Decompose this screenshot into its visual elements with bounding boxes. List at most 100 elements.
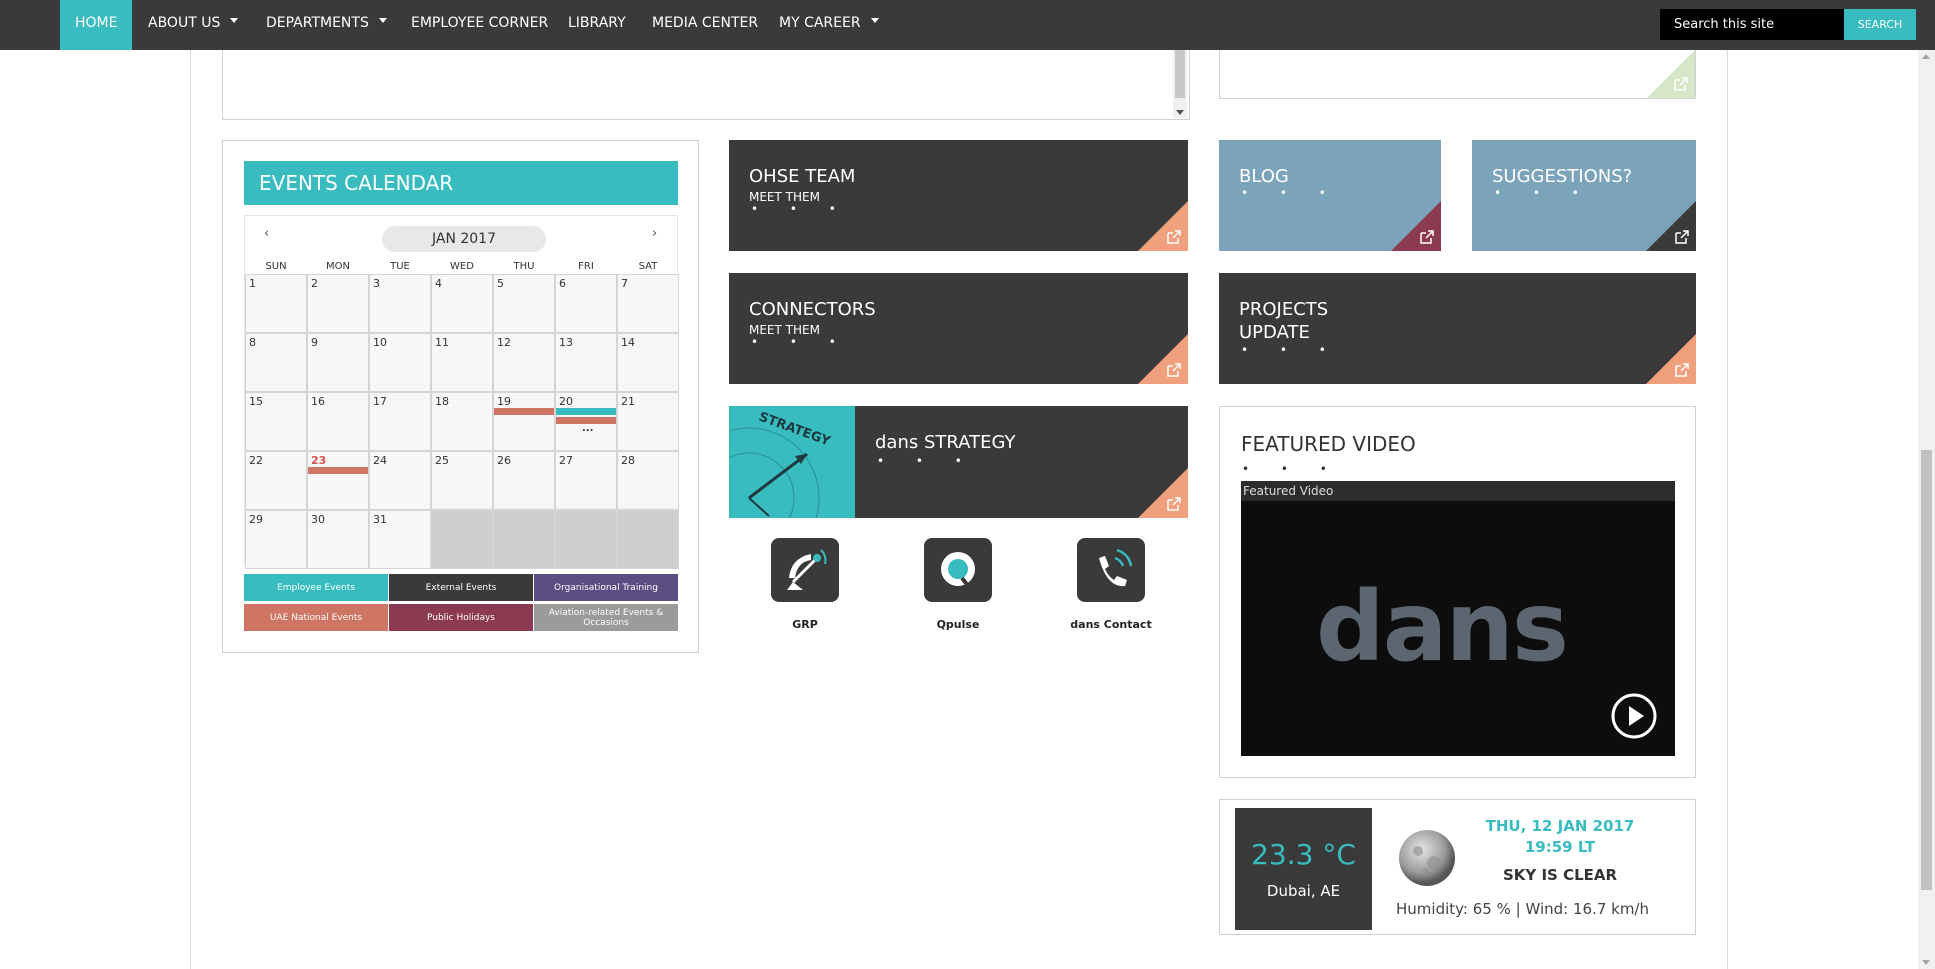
- calendar-day[interactable]: 10: [369, 333, 431, 392]
- calendar-day[interactable]: 8: [245, 333, 307, 392]
- nav-library[interactable]: LIBRARY: [553, 0, 641, 50]
- day-number: 1: [249, 277, 256, 290]
- nav-about-us[interactable]: ABOUT US: [133, 0, 253, 50]
- page-scrollbar-thumb[interactable]: [1921, 450, 1932, 890]
- calendar-day[interactable]: 17: [369, 392, 431, 451]
- calendar-day[interactable]: 15: [245, 392, 307, 451]
- projects-dots: • • •: [1241, 343, 1340, 357]
- qpulse-app-label[interactable]: Qpulse: [898, 618, 1018, 631]
- page-scrollbar[interactable]: [1918, 50, 1935, 969]
- grp-app-label[interactable]: GRP: [745, 618, 865, 631]
- day-number: 3: [373, 277, 380, 290]
- strategy-tile[interactable]: STRATEGY dans STRATEGY • • •: [729, 406, 1188, 518]
- calendar-day[interactable]: 21: [617, 392, 679, 451]
- calendar-next-button[interactable]: ›: [652, 226, 657, 241]
- calendar-day[interactable]: 9: [307, 333, 369, 392]
- search-input[interactable]: [1660, 9, 1844, 40]
- calendar-day[interactable]: 24: [369, 451, 431, 510]
- calendar-day[interactable]: 20...: [555, 392, 617, 451]
- event-bar[interactable]: [308, 467, 368, 474]
- weekday-thu: THU: [513, 261, 535, 272]
- events-calendar-title: EVENTS CALENDAR: [244, 161, 678, 205]
- day-number: 28: [621, 454, 635, 467]
- event-bar[interactable]: [556, 408, 616, 415]
- calendar-day[interactable]: 3: [369, 274, 431, 333]
- nav-my-career-label: MY CAREER: [779, 15, 861, 31]
- qpulse-app-button[interactable]: [924, 538, 992, 602]
- calendar-day[interactable]: 5: [493, 274, 555, 333]
- inner-scrollbar-thumb[interactable]: [1175, 50, 1185, 98]
- day-number: 9: [311, 336, 318, 349]
- external-link-icon[interactable]: [1419, 229, 1435, 245]
- connectors-dots: • • •: [751, 335, 850, 349]
- calendar-day[interactable]: 19: [493, 392, 555, 451]
- calendar-day[interactable]: 31: [369, 510, 431, 569]
- nav-home[interactable]: HOME: [60, 0, 133, 50]
- legend-organisational-training[interactable]: Organisational Training: [534, 574, 678, 601]
- external-link-icon[interactable]: [1674, 362, 1690, 378]
- calendar-day[interactable]: 22: [245, 451, 307, 510]
- calendar-day[interactable]: 27: [555, 451, 617, 510]
- grp-app-button[interactable]: [771, 538, 839, 602]
- calendar-day[interactable]: 11: [431, 333, 493, 392]
- legend-employee-events[interactable]: Employee Events: [244, 574, 388, 601]
- weather-widget: 23.3 °C Dubai, AE THU, 12 JAN 2017 19:59…: [1219, 799, 1696, 935]
- external-link-icon[interactable]: [1674, 229, 1690, 245]
- nav-departments[interactable]: DEPARTMENTS: [251, 0, 402, 50]
- calendar-month-label[interactable]: JAN 2017: [382, 226, 546, 252]
- ohse-team-tile[interactable]: OHSE TEAM MEET THEM • • •: [729, 140, 1188, 251]
- legend-public-holidays[interactable]: Public Holidays: [389, 604, 533, 631]
- legend-aviation-events[interactable]: Aviation-related Events & Occasions: [534, 604, 678, 631]
- inner-scrollbar[interactable]: [1173, 50, 1187, 118]
- external-link-icon[interactable]: [1166, 362, 1182, 378]
- top-tile-box[interactable]: [1219, 50, 1696, 99]
- featured-video-title: FEATURED VIDEO: [1241, 432, 1416, 456]
- suggestions-tile[interactable]: SUGGESTIONS? • • •: [1472, 140, 1696, 251]
- more-events-link[interactable]: ...: [582, 423, 593, 434]
- calendar-day-today[interactable]: 23: [307, 451, 369, 510]
- dans-contact-app-button[interactable]: [1077, 538, 1145, 602]
- blog-title: BLOG: [1239, 166, 1289, 187]
- calendar-day[interactable]: 16: [307, 392, 369, 451]
- calendar-day[interactable]: 12: [493, 333, 555, 392]
- projects-update-tile[interactable]: PROJECTS UPDATE • • •: [1219, 273, 1696, 384]
- day-number: 19: [497, 395, 511, 408]
- calendar-day[interactable]: 26: [493, 451, 555, 510]
- blog-tile[interactable]: BLOG • • •: [1219, 140, 1441, 251]
- play-icon[interactable]: [1611, 693, 1657, 739]
- calendar-day[interactable]: 13: [555, 333, 617, 392]
- nav-employee-corner[interactable]: EMPLOYEE CORNER: [396, 0, 563, 50]
- calendar-day[interactable]: 25: [431, 451, 493, 510]
- legend-external-events[interactable]: External Events: [389, 574, 533, 601]
- day-number: 29: [249, 513, 263, 526]
- calendar-day[interactable]: 14: [617, 333, 679, 392]
- calendar-day[interactable]: 28: [617, 451, 679, 510]
- event-bar[interactable]: [494, 408, 554, 415]
- external-link-icon[interactable]: [1166, 229, 1182, 245]
- legend-uae-national-events[interactable]: UAE National Events: [244, 604, 388, 631]
- external-link-icon[interactable]: [1166, 496, 1182, 512]
- external-link-icon[interactable]: [1673, 76, 1689, 92]
- scroll-up-icon[interactable]: [1922, 54, 1930, 59]
- dans-contact-app-label[interactable]: dans Contact: [1051, 618, 1171, 631]
- calendar-day[interactable]: 6: [555, 274, 617, 333]
- chevron-down-icon: [230, 17, 239, 23]
- calendar-day[interactable]: 29: [245, 510, 307, 569]
- calendar-day[interactable]: 2: [307, 274, 369, 333]
- calendar-day[interactable]: 30: [307, 510, 369, 569]
- scroll-down-icon[interactable]: [1176, 110, 1184, 115]
- calendar-day[interactable]: 4: [431, 274, 493, 333]
- calendar-prev-button[interactable]: ‹: [264, 226, 269, 241]
- weather-temperature: 23.3 °C: [1251, 838, 1356, 871]
- video-player[interactable]: Featured Video dans: [1241, 481, 1675, 756]
- nav-media-center[interactable]: MEDIA CENTER: [637, 0, 773, 50]
- calendar-day[interactable]: 18: [431, 392, 493, 451]
- calendar-day[interactable]: 7: [617, 274, 679, 333]
- weather-time: 19:59 LT: [1524, 838, 1596, 856]
- nav-my-career[interactable]: MY CAREER: [764, 0, 894, 50]
- connectors-tile[interactable]: CONNECTORS MEET THEM • • •: [729, 273, 1188, 384]
- scroll-down-icon[interactable]: [1922, 960, 1930, 965]
- search-button[interactable]: SEARCH: [1844, 9, 1916, 40]
- calendar-day[interactable]: 1: [245, 274, 307, 333]
- weekday-sat: SAT: [638, 261, 658, 272]
